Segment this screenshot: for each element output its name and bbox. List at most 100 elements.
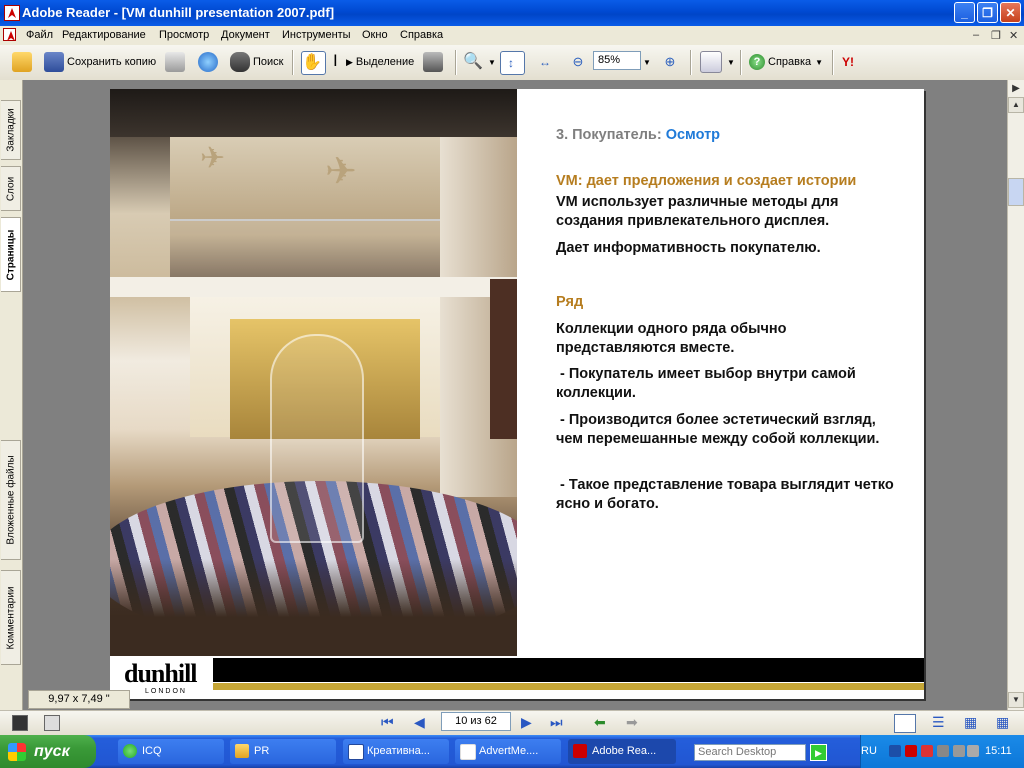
last-page-button[interactable]: ⏭ bbox=[550, 714, 563, 731]
desktop-search-input[interactable]: Search Desktop bbox=[694, 744, 806, 761]
menu-edit[interactable]: Редактирование bbox=[62, 29, 146, 41]
globe-mail-icon bbox=[198, 52, 218, 72]
vm-paragraph-1: VM использует различные методы для созда… bbox=[556, 194, 839, 229]
chevron-down-icon: ▼ bbox=[727, 57, 735, 67]
zoom-in-tool-button[interactable]: 🔍 ▼ bbox=[463, 51, 496, 73]
system-tray: RU 15:11 bbox=[860, 735, 1024, 768]
task-pr-folder[interactable]: PR bbox=[230, 739, 336, 764]
yahoo-toolbar-button[interactable]: Y! bbox=[842, 51, 854, 73]
menu-bar: Файл Редактирование Просмотр Документ Ин… bbox=[0, 26, 1024, 46]
tray-app-icon[interactable] bbox=[889, 745, 901, 757]
save-copy-button[interactable]: Сохранить копию bbox=[44, 51, 156, 73]
scroll-down-button[interactable]: ▼ bbox=[1008, 692, 1024, 708]
continuous-icon[interactable]: ☰ bbox=[932, 714, 945, 731]
hand-icon: ✋ bbox=[302, 54, 322, 71]
tab-bookmarks[interactable]: Закладки bbox=[1, 100, 21, 160]
page-number-input[interactable]: 10 из 62 bbox=[441, 712, 511, 731]
scroll-up-button[interactable]: ▲ bbox=[1008, 97, 1024, 113]
start-button[interactable]: пуск bbox=[0, 735, 96, 768]
windows-logo-icon bbox=[8, 743, 26, 761]
language-indicator[interactable]: RU bbox=[861, 745, 877, 757]
footer-band: dunhill LONDON bbox=[110, 656, 924, 699]
single-page-icon[interactable] bbox=[894, 714, 916, 733]
menu-window[interactable]: Окно bbox=[362, 29, 388, 41]
page-layout-button[interactable]: ▼ bbox=[700, 51, 735, 73]
minimize-button[interactable]: _ bbox=[954, 2, 975, 23]
glass-dome bbox=[270, 334, 364, 543]
zoom-in-button[interactable]: ⊕ bbox=[660, 51, 683, 73]
show-panel-icon[interactable] bbox=[12, 715, 28, 731]
binoculars-icon bbox=[230, 52, 250, 72]
chevron-down-icon: ▼ bbox=[488, 57, 496, 67]
pages-icon bbox=[700, 51, 722, 73]
vertical-scrollbar[interactable]: ▶ ▲ ▼ bbox=[1007, 80, 1024, 710]
facing-icon[interactable]: ▦ bbox=[964, 714, 977, 731]
network-icon[interactable] bbox=[937, 745, 949, 757]
menu-file[interactable]: Файл bbox=[26, 29, 53, 41]
computer-icon[interactable] bbox=[967, 745, 979, 757]
arrow-icon: ▶ bbox=[346, 56, 353, 67]
doc-close-button[interactable]: ✕ bbox=[1009, 29, 1018, 42]
hide-panel-icon[interactable] bbox=[44, 715, 60, 731]
adobe-reader-icon bbox=[4, 5, 20, 21]
arrow-right-icon[interactable]: ▶ bbox=[1008, 82, 1024, 98]
web-page-icon bbox=[460, 744, 476, 760]
menu-tools[interactable]: Инструменты bbox=[282, 29, 351, 41]
toolbar-separator bbox=[292, 50, 294, 75]
next-page-button[interactable]: ▶ bbox=[521, 714, 532, 731]
title-bar: Adobe Reader - [VM dunhill presentation … bbox=[0, 0, 1024, 26]
scroll-thumb[interactable] bbox=[1008, 178, 1024, 206]
tray-alert-icon[interactable] bbox=[921, 745, 933, 757]
search-button[interactable]: Поиск bbox=[230, 51, 283, 73]
fit-page-button[interactable]: ↕ bbox=[500, 51, 525, 75]
previous-page-button[interactable]: ◀ bbox=[414, 714, 425, 731]
close-button[interactable]: ✕ bbox=[1000, 2, 1021, 23]
doc-restore-button[interactable]: ❐ bbox=[991, 29, 1001, 42]
menu-help[interactable]: Справка bbox=[400, 29, 443, 41]
hand-tool-button[interactable]: ✋ bbox=[301, 51, 326, 75]
vm-title: VM: дает предложения и создает истории bbox=[556, 173, 857, 189]
tab-pages[interactable]: Страницы bbox=[1, 217, 21, 292]
snapshot-button[interactable] bbox=[423, 51, 446, 73]
magnifier-plus-icon: 🔍 bbox=[463, 53, 483, 70]
task-adobe-reader[interactable]: Adobe Rea... bbox=[568, 739, 676, 764]
floppy-disk-icon bbox=[44, 52, 64, 72]
tab-attachments[interactable]: Вложенные файлы bbox=[1, 440, 21, 560]
tab-comments[interactable]: Комментарии bbox=[1, 570, 21, 665]
go-back-button[interactable]: ⬅ bbox=[594, 714, 606, 731]
go-forward-button[interactable]: ➡ bbox=[626, 714, 638, 731]
select-tool-button[interactable]: Ⅰ ▶ Выделение bbox=[333, 51, 414, 73]
menu-document[interactable]: Документ bbox=[221, 29, 270, 41]
open-button[interactable] bbox=[12, 51, 35, 73]
zoom-out-button[interactable]: ⊖ bbox=[568, 51, 591, 73]
row-title: Ряд bbox=[556, 294, 584, 310]
print-button[interactable] bbox=[165, 51, 188, 73]
menu-view[interactable]: Просмотр bbox=[159, 29, 209, 41]
doc-minimize-button[interactable]: – bbox=[973, 29, 979, 41]
task-browser[interactable]: AdvertMe.... bbox=[455, 739, 561, 764]
maximize-button[interactable]: ❐ bbox=[977, 2, 998, 23]
first-page-button[interactable]: ⏮ bbox=[381, 714, 394, 731]
toolbar-separator bbox=[740, 50, 742, 75]
search-tray-icon[interactable] bbox=[953, 745, 965, 757]
help-icon: ? bbox=[749, 54, 765, 70]
clock: 15:11 bbox=[985, 745, 1012, 757]
kaspersky-icon[interactable] bbox=[905, 745, 917, 757]
fit-width-button[interactable]: ↔ bbox=[535, 51, 558, 73]
toolbar-separator bbox=[455, 50, 457, 75]
zoom-dropdown-button[interactable]: ▼ bbox=[641, 51, 651, 73]
zoom-input[interactable]: 85% bbox=[593, 51, 641, 70]
continuous-facing-icon[interactable]: ▦ bbox=[996, 714, 1009, 731]
email-button[interactable] bbox=[198, 51, 221, 73]
tab-layers[interactable]: Слои bbox=[1, 166, 21, 211]
minus-circle-icon: ⊖ bbox=[572, 54, 584, 69]
task-icq[interactable]: ICQ bbox=[118, 739, 224, 764]
airplane-model-icon: ✈ bbox=[325, 151, 357, 193]
help-button[interactable]: ? Справка ▼ bbox=[749, 51, 823, 73]
folder-open-icon bbox=[12, 52, 32, 72]
task-word-doc[interactable]: Креативна... bbox=[343, 739, 449, 764]
icq-flower-icon bbox=[123, 744, 137, 758]
airplane-model-icon: ✈ bbox=[200, 142, 226, 175]
search-go-button[interactable]: ▶ bbox=[810, 744, 827, 761]
save-copy-label: Сохранить копию bbox=[67, 56, 157, 68]
